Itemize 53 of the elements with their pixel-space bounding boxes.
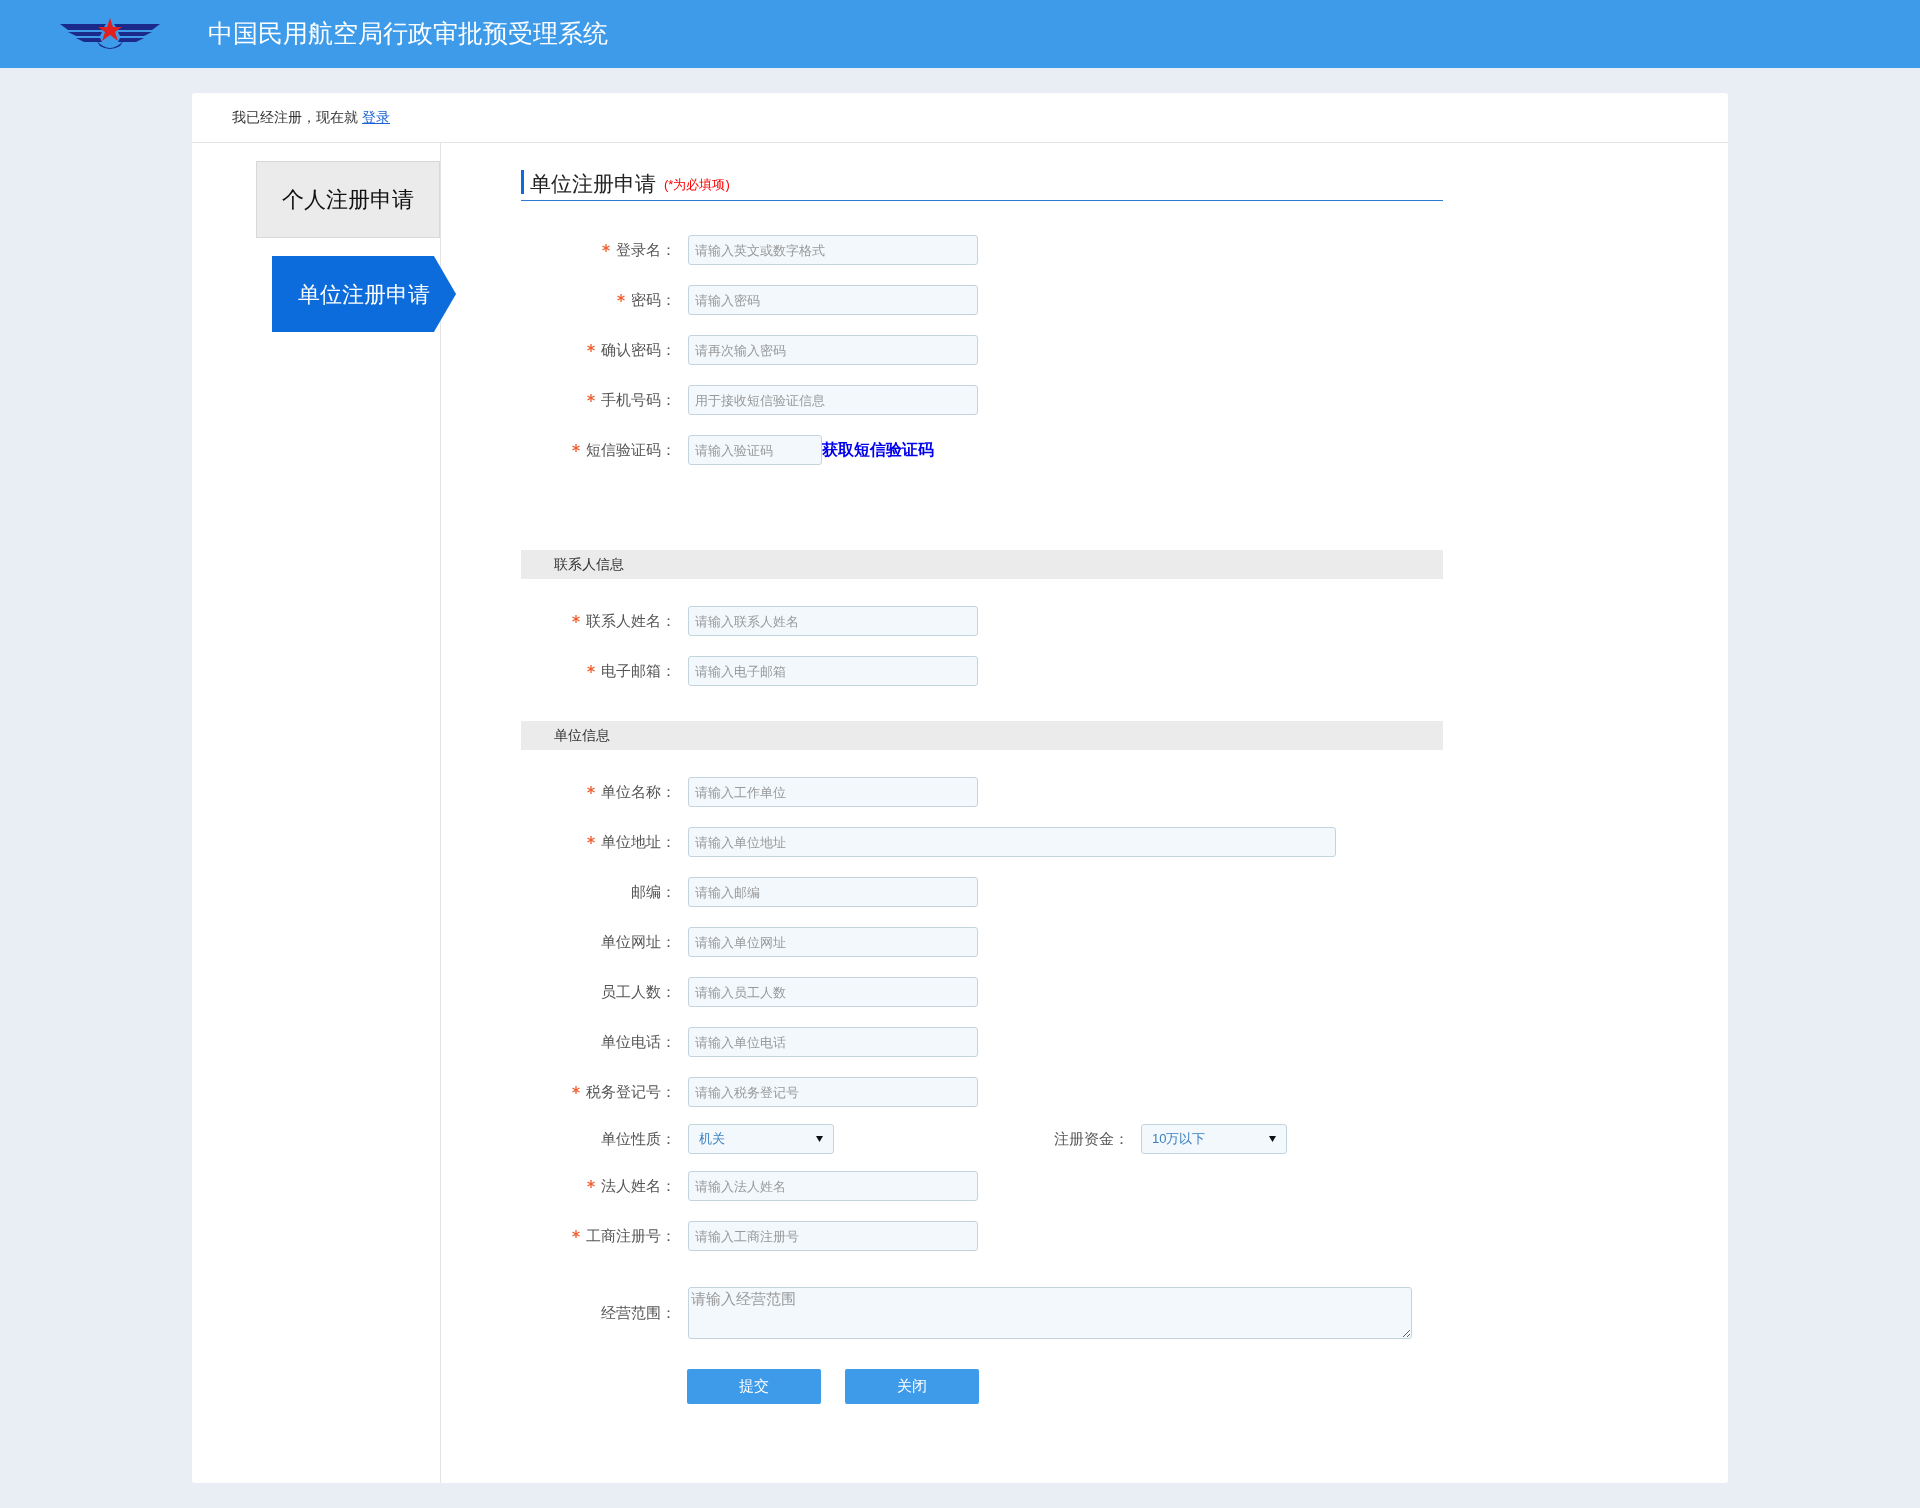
field-label: 邮编： [631,881,676,902]
text-input[interactable]: 请输入联系人姓名 [688,606,978,636]
field-label: 工商注册号： [586,1225,676,1246]
section-heading: 联系人信息 [554,555,624,574]
field-label: 单位电话： [601,1031,676,1052]
caret-down-icon [816,1136,823,1142]
text-input[interactable]: 请输入工商注册号 [688,1221,978,1251]
login-prompt-text: 我已经注册，现在就 [232,108,358,127]
field-label: 密码： [631,289,676,310]
text-input[interactable]: 请输入密码 [688,285,978,315]
system-title: 中国民用航空局行政审批预受理系统 [208,18,608,50]
sidebar-tab[interactable]: 单位注册申请 [272,256,456,332]
sidebar-tab[interactable]: 个人注册申请 [256,161,440,238]
text-input[interactable]: 请再次输入密码 [688,335,978,365]
get-sms-code-link[interactable]: 获取短信验证码 [822,438,934,462]
field-label: 联系人姓名： [586,610,676,631]
text-input[interactable]: 请输入邮编 [688,877,978,907]
required-note: (*为必填项) [664,175,730,194]
dropdown-select[interactable]: 10万以下 [1141,1124,1287,1154]
text-input[interactable]: 请输入税务登记号 [688,1077,978,1107]
field-label: 经营范围： [601,1302,676,1323]
text-input[interactable]: 用于接收短信验证信息 [688,385,978,415]
text-input[interactable]: 请输入员工人数 [688,977,978,1007]
dropdown-select[interactable]: 机关 [688,1124,834,1154]
text-input[interactable]: 请输入单位电话 [688,1027,978,1057]
field-label: 确认密码： [601,339,676,360]
field-label: 单位网址： [601,931,676,952]
form-button[interactable]: 关闭 [845,1369,979,1404]
form-button[interactable]: 提交 [687,1369,821,1404]
code-input[interactable]: 请输入验证码 [688,435,822,465]
text-input[interactable]: 请输入工作单位 [688,777,978,807]
field-label: 单位地址： [601,831,676,852]
field-label: 电子邮箱： [601,660,676,681]
login-link[interactable]: 登录 [362,107,390,128]
text-input[interactable]: 请输入英文或数字格式 [688,235,978,265]
field-label: 单位名称： [601,781,676,802]
section-heading: 单位信息 [554,726,610,745]
field-label: 单位性质： [601,1128,676,1149]
caret-down-icon [1269,1136,1276,1142]
textarea-input[interactable]: 请输入经营范围 [688,1287,1412,1339]
field-label: 注册资金： [1054,1128,1129,1149]
field-label: 员工人数： [601,981,676,1002]
winged-star-logo-icon [58,16,162,52]
field-label: 登录名： [616,239,676,260]
field-label: 手机号码： [601,389,676,410]
text-input[interactable]: 请输入单位网址 [688,927,978,957]
text-input[interactable]: 请输入法人姓名 [688,1171,978,1201]
field-label: 税务登记号： [586,1081,676,1102]
text-input[interactable]: 请输入单位地址 [688,827,1336,857]
form-title: 单位注册申请 [530,173,656,194]
text-input[interactable]: 请输入电子邮箱 [688,656,978,686]
field-label: 短信验证码： [586,439,676,460]
field-label: 法人姓名： [601,1175,676,1196]
